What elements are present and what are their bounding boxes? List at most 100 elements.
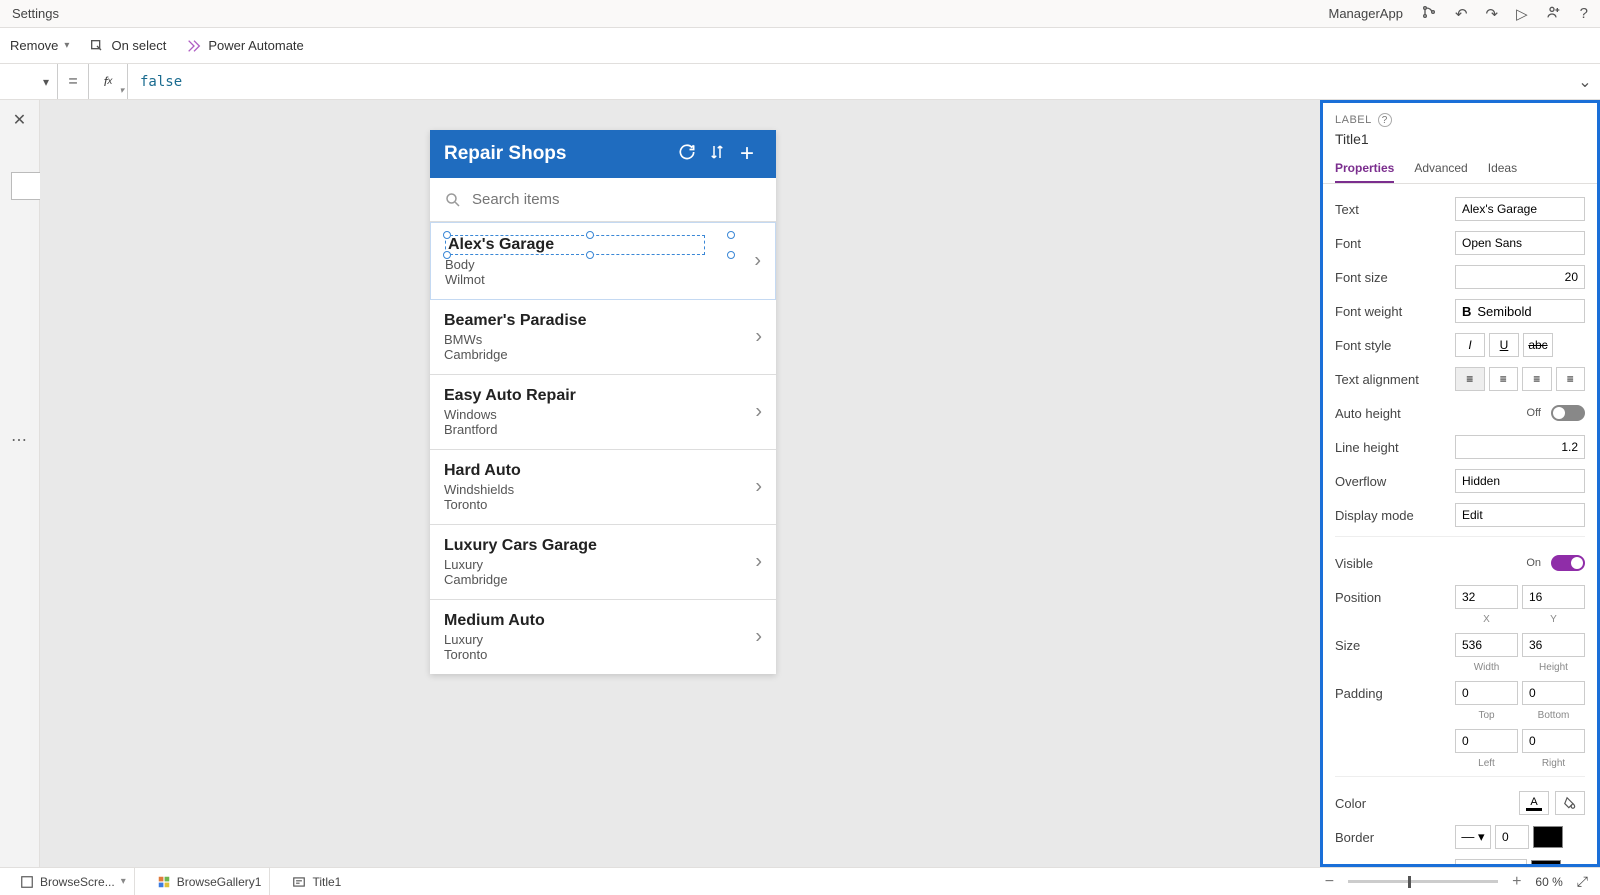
font-color-button[interactable]: A	[1519, 791, 1549, 815]
focused-border-color-swatch[interactable]	[1531, 860, 1561, 867]
breadcrumb[interactable]: BrowseGallery1	[149, 868, 271, 895]
fit-screen-icon[interactable]: ⤢	[1577, 873, 1588, 890]
sublabel: Y	[1522, 614, 1585, 625]
breadcrumb[interactable]: Title1	[284, 868, 349, 895]
pos-y-input[interactable]	[1522, 585, 1585, 609]
refresh-icon[interactable]	[672, 142, 702, 167]
toggle-state: Off	[1527, 407, 1541, 419]
list-item[interactable]: Alex's Garage Body Wilmot ›	[430, 222, 776, 300]
add-icon[interactable]: +	[732, 140, 762, 168]
power-automate-button[interactable]: Power Automate	[186, 38, 303, 54]
onselect-button[interactable]: On select	[89, 38, 166, 54]
item-sub1: Windows	[444, 407, 762, 422]
selection-handle[interactable]	[443, 231, 451, 239]
fontweight-value[interactable]: Semibold	[1477, 304, 1531, 319]
selection-handle[interactable]	[586, 251, 594, 259]
tab-ideas[interactable]: Ideas	[1488, 161, 1517, 183]
search-input[interactable]	[472, 191, 762, 208]
list-item[interactable]: Hard Auto Windshields Toronto ›	[430, 450, 776, 525]
align-right-button[interactable]: ≡	[1522, 367, 1552, 391]
pad-right-input[interactable]	[1522, 729, 1585, 753]
more-icon[interactable]: ⋯	[0, 430, 40, 450]
canvas[interactable]: Repair Shops + Alex's Garage Body Wilmot…	[40, 100, 1320, 867]
list-item[interactable]: Luxury Cars Garage Luxury Cambridge ›	[430, 525, 776, 600]
border-color-swatch[interactable]	[1533, 826, 1563, 848]
pos-x-input[interactable]	[1455, 585, 1518, 609]
pad-bottom-input[interactable]	[1522, 681, 1585, 705]
pad-left-input[interactable]	[1455, 729, 1518, 753]
selection-handle[interactable]	[727, 251, 735, 259]
chevron-right-icon[interactable]: ›	[755, 401, 762, 424]
width-input[interactable]	[1455, 633, 1518, 657]
property-selector[interactable]: ▾	[0, 64, 58, 99]
height-input[interactable]	[1522, 633, 1585, 657]
prop-label: Font style	[1335, 338, 1455, 353]
lineheight-input[interactable]	[1455, 435, 1585, 459]
align-center-button[interactable]: ≡	[1489, 367, 1519, 391]
text-input[interactable]	[1455, 197, 1585, 221]
prop-label: Color	[1335, 796, 1455, 811]
chevron-right-icon[interactable]: ›	[755, 326, 762, 349]
item-title: Luxury Cars Garage	[444, 537, 762, 555]
selection-handle[interactable]	[443, 251, 451, 259]
zoom-in-button[interactable]: +	[1512, 873, 1521, 891]
prop-label: Text alignment	[1335, 372, 1455, 387]
formula-input[interactable]: false	[128, 74, 1570, 90]
zoom-out-button[interactable]: −	[1325, 873, 1334, 891]
border-width-input[interactable]	[1495, 825, 1529, 849]
chevron-right-icon[interactable]: ›	[755, 476, 762, 499]
overflow-select[interactable]	[1455, 469, 1585, 493]
prop-label: Position	[1335, 590, 1455, 605]
list-item[interactable]: Easy Auto Repair Windows Brantford ›	[430, 375, 776, 450]
fontsize-input[interactable]	[1455, 265, 1585, 289]
close-tree-icon[interactable]: ✕	[0, 110, 39, 130]
border-style-select[interactable]: — ▾	[1455, 825, 1491, 849]
sublabel: Top	[1455, 710, 1518, 721]
search-bar	[430, 178, 776, 222]
gallery-icon	[157, 875, 171, 889]
item-sub1: Luxury	[444, 557, 762, 572]
chevron-right-icon[interactable]: ›	[755, 551, 762, 574]
underline-button[interactable]: U	[1489, 333, 1519, 357]
displaymode-select[interactable]	[1455, 503, 1585, 527]
undo-icon[interactable]: ↶	[1455, 5, 1468, 23]
breadcrumb[interactable]: BrowseScre... ▾	[12, 868, 135, 895]
item-title: Easy Auto Repair	[444, 387, 762, 405]
play-icon[interactable]: ▷	[1516, 5, 1528, 23]
chevron-right-icon[interactable]: ›	[754, 250, 761, 273]
share-icon[interactable]	[1546, 4, 1562, 24]
info-icon[interactable]: ?	[1378, 113, 1392, 127]
redo-icon[interactable]: ↷	[1486, 5, 1499, 23]
pa-label: Power Automate	[208, 38, 303, 53]
prop-label: Border	[1335, 830, 1455, 845]
align-left-button[interactable]: ≡	[1455, 367, 1485, 391]
selection-handle[interactable]	[586, 231, 594, 239]
chevron-down-icon: ▾	[64, 40, 69, 51]
source-control-icon[interactable]	[1421, 4, 1437, 24]
fill-color-button[interactable]	[1555, 791, 1585, 815]
cursor-icon	[89, 38, 105, 54]
list-item[interactable]: Medium Auto Luxury Toronto ›	[430, 600, 776, 674]
focused-border-input[interactable]	[1455, 859, 1527, 867]
sort-icon[interactable]	[702, 143, 732, 166]
expand-formula-icon[interactable]: ⌄	[1570, 72, 1600, 92]
zoom-slider[interactable]	[1348, 880, 1498, 883]
prop-label: Text	[1335, 202, 1455, 217]
pad-top-input[interactable]	[1455, 681, 1518, 705]
font-select[interactable]	[1455, 231, 1585, 255]
selection-handle[interactable]	[727, 231, 735, 239]
visible-toggle[interactable]	[1551, 555, 1585, 571]
strike-button[interactable]: abc	[1523, 333, 1553, 357]
tree-stub[interactable]	[11, 172, 41, 200]
autoheight-toggle[interactable]	[1551, 405, 1585, 421]
italic-button[interactable]: I	[1455, 333, 1485, 357]
page-title: Settings	[12, 6, 59, 21]
tab-properties[interactable]: Properties	[1335, 161, 1394, 183]
align-justify-button[interactable]: ≡	[1556, 367, 1586, 391]
chevron-right-icon[interactable]: ›	[755, 626, 762, 649]
help-icon[interactable]: ?	[1580, 5, 1588, 22]
list-item[interactable]: Beamer's Paradise BMWs Cambridge ›	[430, 300, 776, 375]
remove-button[interactable]: Remove ▾	[10, 38, 69, 53]
tab-advanced[interactable]: Advanced	[1414, 161, 1467, 183]
item-title[interactable]: Alex's Garage	[445, 235, 705, 255]
